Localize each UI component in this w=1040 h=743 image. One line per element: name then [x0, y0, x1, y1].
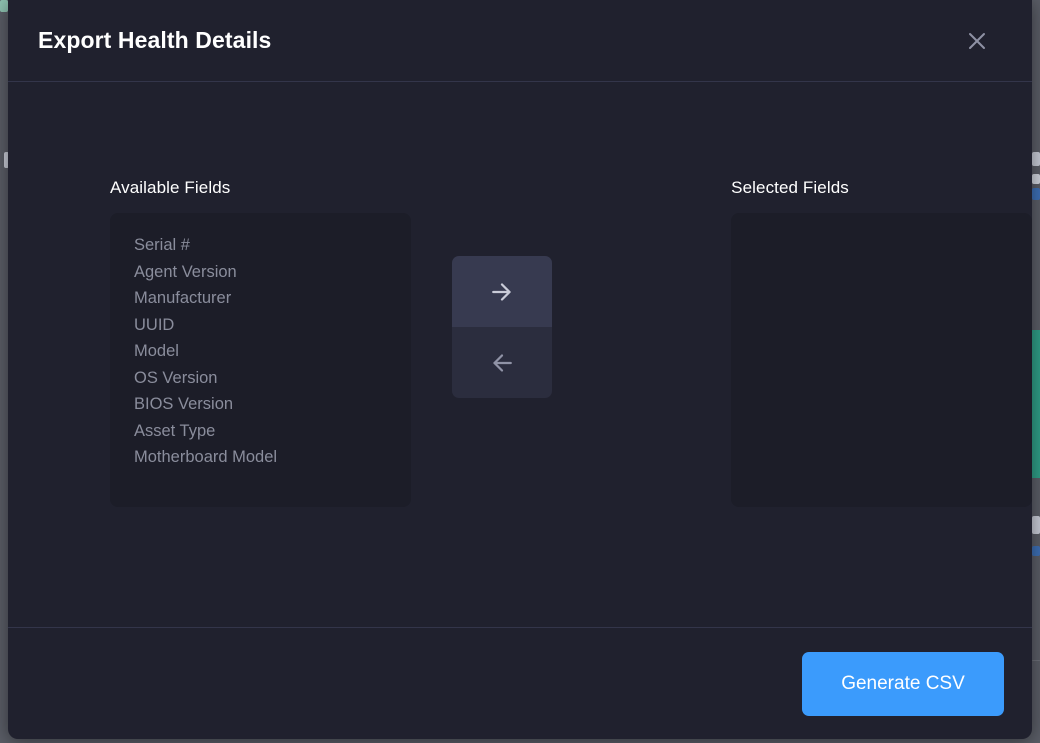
field-item[interactable]: UUID [134, 312, 411, 339]
transfer-button-group [451, 256, 553, 398]
field-item[interactable]: Serial # [134, 232, 411, 259]
close-icon[interactable] [960, 24, 994, 58]
export-health-details-dialog: Export Health Details Available Fields S… [8, 0, 1032, 739]
available-fields-panel: Available Fields Serial # Agent Version Ma… [110, 178, 411, 507]
field-item[interactable]: BIOS Version [134, 391, 411, 418]
dialog-title: Export Health Details [38, 27, 272, 53]
arrow-right-icon [487, 277, 517, 307]
field-item[interactable]: Asset Type [134, 418, 411, 445]
background-accent-top-left [0, 0, 8, 12]
background-element-right-5 [1032, 546, 1040, 556]
field-item[interactable]: Motherboard Model [134, 444, 411, 471]
background-element-right-2 [1032, 174, 1040, 184]
available-fields-heading: Available Fields [110, 178, 231, 197]
selected-fields-list[interactable] [731, 213, 1032, 507]
background-element-right-4 [1032, 516, 1040, 534]
available-fields-list[interactable]: Serial # Agent Version Manufacturer UUID Mod… [110, 213, 411, 507]
generate-csv-button[interactable]: Generate CSV [802, 651, 1004, 716]
field-item[interactable]: Agent Version [134, 259, 411, 286]
field-item[interactable]: Manufacturer [134, 285, 411, 312]
field-item[interactable]: Model [134, 338, 411, 365]
dialog-footer: Generate CSV [8, 627, 1032, 739]
selected-fields-panel: Selected Fields [731, 178, 1032, 507]
move-right-button[interactable] [451, 256, 553, 327]
arrow-left-icon [487, 348, 517, 378]
move-left-button[interactable] [451, 327, 553, 398]
field-item[interactable]: OS Version [134, 365, 411, 392]
field-transfer-area: Available Fields Serial # Agent Version Ma… [8, 178, 1032, 507]
dialog-body: Available Fields Serial # Agent Version Ma… [8, 82, 1032, 627]
selected-fields-heading: Selected Fields [731, 178, 849, 197]
background-divider-right [1032, 660, 1040, 661]
background-element-right-band [1032, 330, 1040, 478]
background-element-right-3 [1032, 188, 1040, 200]
background-element-right-1 [1032, 152, 1040, 166]
dialog-header: Export Health Details [8, 0, 1032, 82]
